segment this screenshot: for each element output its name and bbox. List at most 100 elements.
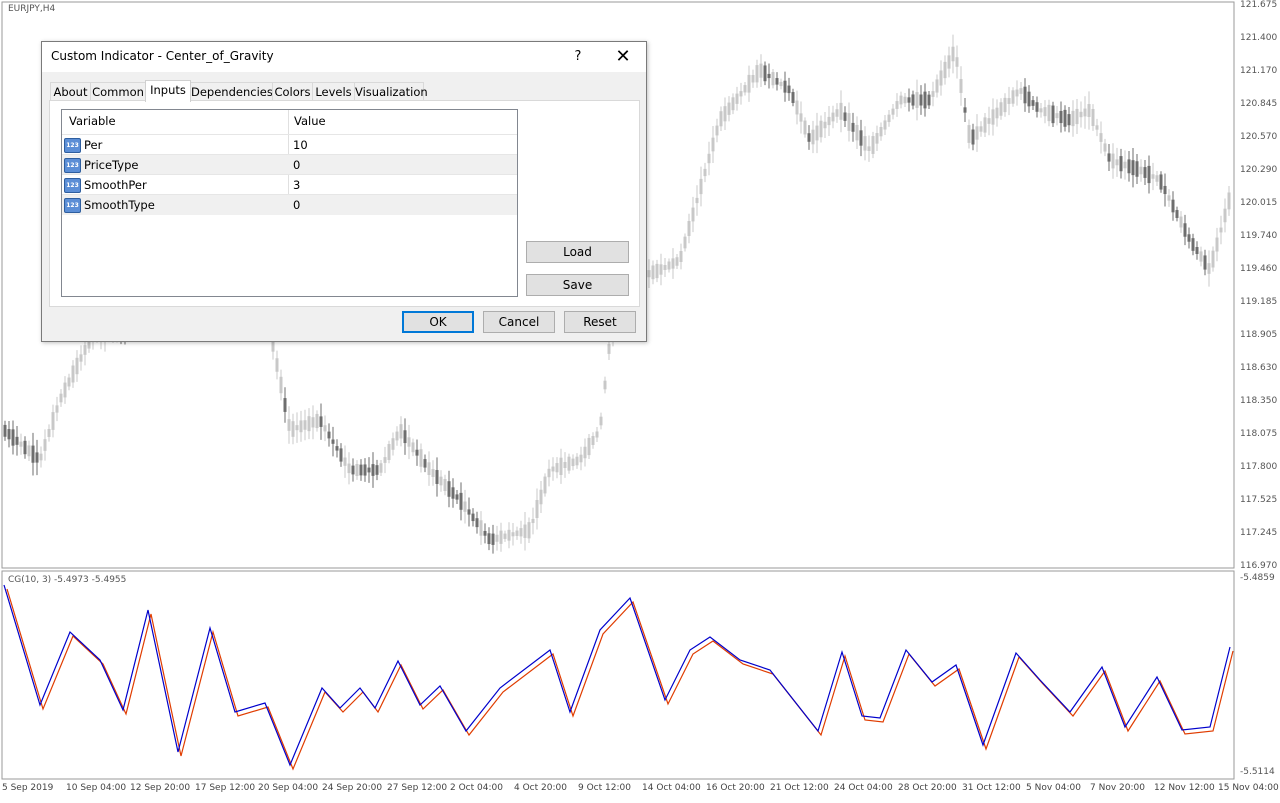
candle-body — [391, 438, 395, 450]
candle-body — [855, 124, 859, 141]
variable-name: Per — [84, 138, 103, 152]
candle-body — [83, 345, 87, 355]
tab-colors[interactable]: Colors — [272, 82, 313, 101]
candle-body — [735, 93, 739, 104]
candle-body — [471, 513, 475, 522]
candle-body — [463, 501, 467, 512]
input-row-smoothtype[interactable]: 123 SmoothType 0 — [62, 194, 517, 215]
tab-visualization[interactable]: Visualization — [354, 82, 428, 101]
price-axis-label: 121.170 — [1240, 66, 1278, 76]
column-header-variable[interactable]: Variable — [69, 110, 116, 132]
candle-body — [887, 114, 891, 123]
candle-body — [823, 121, 827, 129]
candle-body — [559, 457, 563, 475]
candle-body — [515, 530, 519, 536]
candle-body — [851, 122, 855, 132]
candle-body — [683, 236, 687, 249]
candle-body — [459, 492, 463, 510]
candle-body — [863, 136, 867, 151]
tab-about[interactable]: About — [50, 82, 91, 101]
time-axis-label: 5 Sep 2019 — [2, 783, 54, 793]
candle-body — [1191, 238, 1195, 251]
price-axis-label: 119.185 — [1240, 297, 1278, 307]
candle-body — [39, 453, 43, 461]
candle-body — [551, 466, 555, 472]
candle-body — [1155, 175, 1159, 182]
candle-body — [719, 111, 723, 127]
candle-body — [859, 130, 863, 146]
ok-button[interactable]: OK — [402, 311, 474, 333]
time-axis-label: 21 Oct 12:00 — [770, 783, 829, 793]
candle-body — [1011, 90, 1015, 104]
candle-body — [1015, 89, 1019, 97]
tab-inputs[interactable]: Inputs — [145, 80, 191, 102]
candle-body — [883, 120, 887, 130]
candle-body — [1115, 159, 1119, 166]
candle-body — [1043, 107, 1047, 117]
load-button[interactable]: Load — [526, 241, 629, 263]
candle-body — [363, 464, 367, 476]
candle-body — [1143, 167, 1147, 178]
candle-body — [435, 470, 439, 484]
candle-body — [651, 265, 655, 280]
input-row-smoothper[interactable]: 123 SmoothPer 3 — [62, 174, 517, 195]
variable-value[interactable]: 0 — [293, 155, 300, 175]
candle-body — [919, 94, 923, 106]
tab-dependencies[interactable]: Dependencies — [190, 82, 273, 101]
price-axis-label: 119.460 — [1240, 264, 1278, 274]
variable-value[interactable]: 3 — [293, 175, 300, 195]
candle-body — [939, 70, 943, 86]
candle-body — [1099, 133, 1103, 142]
tab-common[interactable]: Common — [90, 82, 146, 101]
candle-body — [1063, 109, 1067, 127]
candle-body — [283, 398, 287, 412]
candle-body — [959, 79, 963, 93]
candle-body — [691, 207, 695, 222]
indicator-axis-label: -5.4859 — [1240, 573, 1275, 583]
column-header-value[interactable]: Value — [294, 110, 326, 132]
candle-body — [295, 425, 299, 431]
price-axis-label: 120.570 — [1240, 132, 1278, 142]
cancel-button[interactable]: Cancel — [483, 311, 555, 333]
candle-body — [331, 439, 335, 444]
inputs-grid[interactable]: Variable Value 123 Per 10 123 PriceType … — [61, 109, 518, 297]
candle-body — [811, 129, 815, 145]
variable-value[interactable]: 0 — [293, 195, 300, 215]
candle-body — [679, 251, 683, 262]
candle-body — [911, 94, 915, 106]
time-axis-label: 14 Oct 04:00 — [642, 783, 701, 793]
help-button[interactable]: ? — [564, 42, 592, 72]
candle-body — [339, 448, 343, 462]
time-axis-label: 9 Oct 12:00 — [578, 783, 631, 793]
candle-body — [443, 479, 447, 491]
close-button[interactable]: ✕ — [608, 42, 638, 72]
time-axis-label: 4 Oct 20:00 — [514, 783, 567, 793]
candle-body — [351, 465, 355, 475]
candle-body — [1071, 110, 1075, 127]
candle-body — [847, 113, 851, 131]
candle-body — [603, 380, 607, 390]
tab-levels[interactable]: Levels — [312, 82, 355, 101]
candle-body — [1159, 174, 1163, 190]
candle-body — [535, 500, 539, 518]
candle-body — [1215, 237, 1219, 252]
candle-body — [1067, 114, 1071, 126]
custom-indicator-dialog[interactable]: Custom Indicator - Center_of_Gravity ? ✕… — [41, 41, 647, 342]
reset-button[interactable]: Reset — [564, 311, 636, 333]
candle-body — [19, 441, 23, 447]
candle-body — [671, 258, 675, 269]
candle-body — [1119, 156, 1123, 172]
variable-value[interactable]: 10 — [293, 135, 308, 155]
inputs-panel: Variable Value 123 Per 10 123 PriceType … — [49, 100, 640, 307]
input-row-per[interactable]: 123 Per 10 — [62, 134, 517, 155]
save-button[interactable]: Save — [526, 274, 629, 296]
price-axis-label: 118.905 — [1240, 330, 1278, 340]
candle-body — [1147, 165, 1151, 184]
candle-body — [527, 522, 531, 539]
candle-body — [343, 457, 347, 466]
candle-body — [1075, 108, 1079, 125]
input-row-pricetype[interactable]: 123 PriceType 0 — [62, 154, 517, 175]
candle-body — [907, 97, 911, 103]
dialog-titlebar[interactable]: Custom Indicator - Center_of_Gravity ? ✕ — [42, 42, 646, 72]
candle-body — [1003, 97, 1007, 113]
